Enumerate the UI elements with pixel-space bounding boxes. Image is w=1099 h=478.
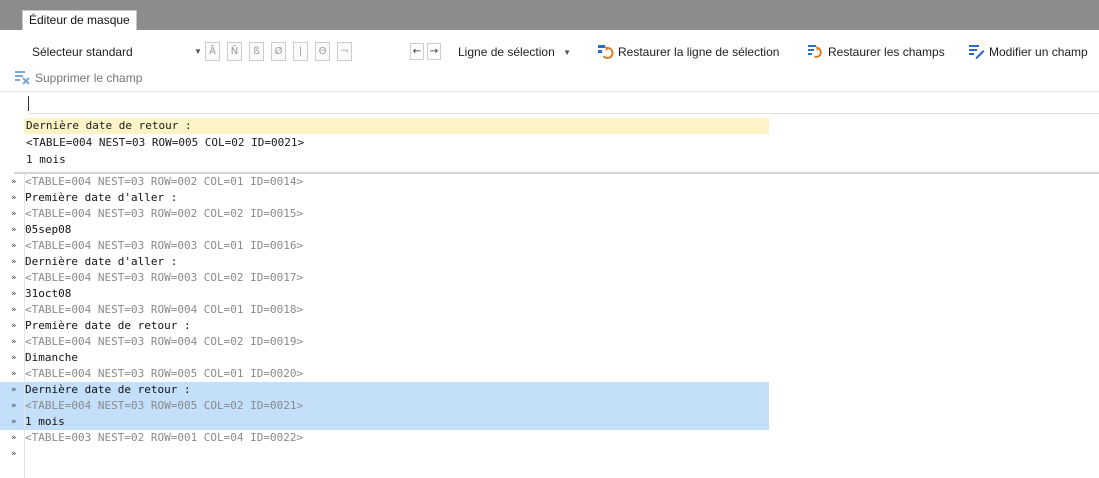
expand-marker-icon[interactable]: »: [11, 222, 23, 238]
expand-marker-icon[interactable]: »: [11, 318, 23, 334]
field-tag-row[interactable]: » <TABLE=004 NEST=03 ROW=002 COL=01 ID=00…: [0, 174, 1099, 190]
insert-char-sharp-s-button[interactable]: ß: [249, 42, 264, 61]
restore-icon: [597, 44, 614, 59]
toolbar: Sélecteur standard ▼ Ã Ñ ß Ø | Θ ¬ ← → L…: [0, 30, 1099, 92]
field-tag-text: <TABLE=004 NEST=03 ROW=004 COL=02 ID=001…: [25, 335, 304, 348]
preview-line-tag: <TABLE=004 NEST=03 ROW=005 COL=02 ID=002…: [26, 136, 305, 149]
field-tag-text: <TABLE=004 NEST=03 ROW=002 COL=01 ID=001…: [25, 175, 304, 188]
restore-fields-label: Restaurer les champs: [828, 45, 945, 59]
insert-char-theta-button[interactable]: Θ: [315, 42, 330, 61]
field-tag-text: <TABLE=004 NEST=03 ROW=005 COL=01 ID=002…: [25, 367, 304, 380]
expand-marker-icon[interactable]: »: [11, 238, 23, 254]
field-tag-row[interactable]: » <TABLE=004 NEST=03 ROW=004 COL=01 ID=00…: [0, 302, 1099, 318]
expand-marker-icon[interactable]: »: [11, 334, 23, 350]
field-tag-row[interactable]: » <TABLE=003 NEST=02 ROW=001 COL=04 ID=00…: [0, 430, 1099, 446]
insert-char-n-tilde-button[interactable]: Ñ: [227, 42, 242, 61]
expand-marker-icon[interactable]: »: [11, 174, 23, 190]
selection-line-dropdown[interactable]: Ligne de sélection ▼: [458, 40, 571, 64]
field-tag-text: <TABLE=004 NEST=03 ROW=004 COL=01 ID=001…: [25, 303, 304, 316]
field-tag-text: <TABLE=004 NEST=03 ROW=003 COL=02 ID=001…: [25, 271, 304, 284]
previous-button[interactable]: ←: [410, 43, 424, 60]
field-value-row[interactable]: » Dernière date de retour :: [0, 382, 769, 398]
delete-field-label: Supprimer le champ: [35, 71, 143, 85]
modify-field-label: Modifier un champ: [989, 45, 1088, 59]
field-tag-text: <TABLE=004 NEST=03 ROW=002 COL=02 ID=001…: [25, 207, 304, 220]
document-tab-strip: Éditeur de masque: [0, 0, 1099, 30]
expand-marker-icon[interactable]: »: [11, 350, 23, 366]
selector-dropdown[interactable]: Sélecteur standard ▼: [32, 40, 202, 64]
chevron-down-icon: ▼: [563, 48, 572, 57]
expand-marker-icon[interactable]: »: [11, 270, 23, 286]
selection-edit-input[interactable]: [28, 93, 1099, 114]
expand-marker-icon[interactable]: »: [11, 302, 23, 318]
expand-marker-icon[interactable]: »: [11, 206, 23, 222]
field-tag-row[interactable]: » <TABLE=004 NEST=03 ROW=004 COL=02 ID=00…: [0, 334, 1099, 350]
field-value-text: Première date d'aller :: [25, 191, 178, 204]
expand-marker-icon[interactable]: »: [11, 254, 23, 270]
expand-marker-icon[interactable]: »: [11, 398, 23, 414]
expand-marker-icon[interactable]: »: [11, 446, 23, 462]
expand-marker-icon[interactable]: »: [11, 430, 23, 446]
restore-fields-button[interactable]: Restaurer les champs: [807, 40, 945, 64]
expand-marker-icon[interactable]: »: [11, 414, 23, 430]
field-value-text: Dernière date d'aller :: [25, 255, 178, 268]
field-list: » <TABLE=004 NEST=03 ROW=002 COL=01 ID=00…: [0, 174, 1099, 478]
selector-dropdown-value: Sélecteur standard: [32, 45, 133, 59]
modify-field-button[interactable]: Modifier un champ: [968, 40, 1088, 64]
restore-selection-line-button[interactable]: Restaurer la ligne de sélection: [597, 40, 779, 64]
insert-char-a-tilde-button[interactable]: Ã: [205, 42, 220, 61]
field-value-text: Première date de retour :: [25, 319, 191, 332]
edit-field-icon: [968, 44, 985, 59]
preview-line-value: 1 mois: [26, 153, 66, 166]
field-tag-row[interactable]: » <TABLE=004 NEST=03 ROW=005 COL=01 ID=00…: [0, 366, 1099, 382]
expand-marker-icon[interactable]: »: [11, 366, 23, 382]
tab-mask-editor[interactable]: Éditeur de masque: [22, 10, 137, 30]
field-value-row[interactable]: » Première date d'aller :: [0, 190, 1099, 206]
insert-char-pipe-button[interactable]: |: [293, 42, 308, 61]
next-button[interactable]: →: [427, 43, 441, 60]
field-tag-row[interactable]: » <TABLE=004 NEST=03 ROW=005 COL=02 ID=00…: [0, 398, 769, 414]
field-tag-row[interactable]: » <TABLE=004 NEST=03 ROW=003 COL=01 ID=00…: [0, 238, 1099, 254]
toolbar-row-1: Sélecteur standard ▼ Ã Ñ ß Ø | Θ ¬ ← → L…: [0, 40, 1099, 64]
field-tag-text: <TABLE=004 NEST=03 ROW=005 COL=02 ID=002…: [25, 399, 304, 412]
expand-marker-icon[interactable]: »: [11, 190, 23, 206]
expand-marker-icon[interactable]: »: [11, 382, 23, 398]
field-tag-text: <TABLE=004 NEST=03 ROW=003 COL=01 ID=001…: [25, 239, 304, 252]
text-caret: [28, 96, 29, 111]
selection-preview-pane: Dernière date de retour : <TABLE=004 NES…: [24, 118, 1099, 172]
field-value-row[interactable]: » 1 mois: [0, 414, 769, 430]
delete-field-button[interactable]: Supprimer le champ: [14, 66, 142, 90]
restore-fields-icon: [807, 44, 824, 59]
field-value-row[interactable]: » Dernière date d'aller :: [0, 254, 1099, 270]
selection-line-label: Ligne de sélection: [458, 45, 555, 59]
preview-line-label: Dernière date de retour :: [26, 119, 192, 132]
chevron-down-icon: ▼: [194, 47, 202, 56]
restore-selection-line-label: Restaurer la ligne de sélection: [618, 45, 780, 59]
field-value-text: 1 mois: [25, 415, 65, 428]
delete-field-icon: [14, 70, 31, 85]
field-tag-row[interactable]: » <TABLE=004 NEST=03 ROW=003 COL=02 ID=00…: [0, 270, 1099, 286]
field-value-row[interactable]: » 31oct08: [0, 286, 1099, 302]
field-value-text: 05sep08: [25, 223, 72, 236]
field-value-row[interactable]: » Dimanche: [0, 350, 1099, 366]
toolbar-row-2: Supprimer le champ: [0, 66, 1099, 90]
expand-marker-icon[interactable]: »: [11, 286, 23, 302]
field-tag-text: <TABLE=003 NEST=02 ROW=001 COL=04 ID=002…: [25, 431, 304, 444]
field-value-row[interactable]: » Première date de retour :: [0, 318, 1099, 334]
field-value-row[interactable]: »: [0, 446, 1099, 462]
list-gutter-line: [24, 174, 25, 478]
insert-char-not-sign-button[interactable]: ¬: [337, 42, 352, 61]
field-value-text: Dernière date de retour :: [25, 383, 191, 396]
field-value-text: Dimanche: [25, 351, 78, 364]
field-value-row[interactable]: » 05sep08: [0, 222, 1099, 238]
field-tag-row[interactable]: » <TABLE=004 NEST=03 ROW=002 COL=02 ID=00…: [0, 206, 1099, 222]
insert-char-o-slash-button[interactable]: Ø: [271, 42, 286, 61]
field-value-text: 31oct08: [25, 287, 72, 300]
